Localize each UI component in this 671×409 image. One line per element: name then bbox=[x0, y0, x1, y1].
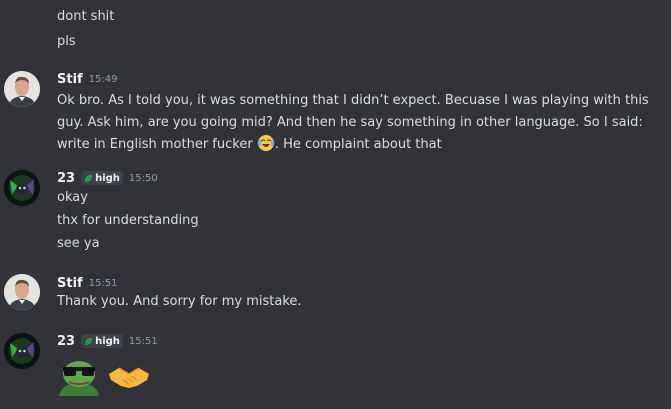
username[interactable]: Stif bbox=[57, 72, 83, 87]
stif-avatar-icon bbox=[4, 274, 40, 310]
username[interactable]: 23 bbox=[57, 334, 75, 349]
message-text: Ok bro. As I told you, it was something … bbox=[57, 90, 657, 160]
message-line: pls bbox=[57, 34, 76, 49]
avatar[interactable] bbox=[4, 274, 40, 310]
message-line: thx for understanding bbox=[57, 213, 199, 228]
timestamp: 15:50 bbox=[128, 172, 158, 184]
timestamp: 15:49 bbox=[88, 73, 118, 85]
avatar[interactable] bbox=[4, 333, 40, 369]
emoji-message bbox=[57, 356, 151, 400]
anime-avatar-icon bbox=[4, 333, 40, 369]
stif-avatar-icon bbox=[4, 71, 40, 107]
message-line: okay bbox=[57, 190, 88, 205]
avatar[interactable] bbox=[4, 71, 40, 107]
role-tag-label: high bbox=[95, 172, 120, 184]
pepe-sunglasses-icon[interactable] bbox=[57, 356, 101, 400]
avatar[interactable] bbox=[4, 170, 40, 206]
face-with-tears-of-joy-icon[interactable] bbox=[257, 134, 275, 160]
leaf-icon bbox=[84, 174, 93, 182]
handshake-icon[interactable] bbox=[107, 356, 151, 400]
role-tag[interactable]: high bbox=[81, 171, 123, 185]
anime-avatar-icon bbox=[4, 170, 40, 206]
username[interactable]: Stif bbox=[57, 276, 83, 291]
timestamp: 15:51 bbox=[88, 277, 118, 289]
message-line: Thank you. And sorry for my mistake. bbox=[57, 294, 302, 309]
role-tag[interactable]: high bbox=[81, 334, 123, 348]
message-line: dont shit bbox=[57, 9, 115, 24]
username[interactable]: 23 bbox=[57, 171, 75, 186]
role-tag-label: high bbox=[95, 335, 120, 347]
message-line: see ya bbox=[57, 236, 100, 251]
leaf-icon bbox=[84, 337, 93, 345]
timestamp: 15:51 bbox=[128, 335, 158, 347]
